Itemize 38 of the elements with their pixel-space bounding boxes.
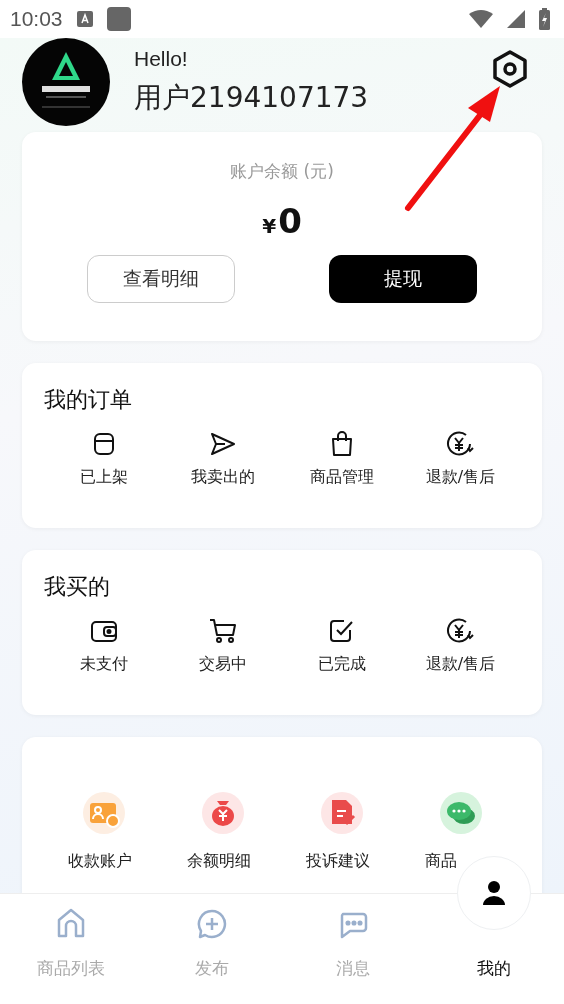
signal-icon bbox=[507, 10, 525, 28]
cart-icon bbox=[207, 617, 238, 645]
menu-item-label[interactable]: 交易中 bbox=[198, 654, 247, 675]
yen-refund-icon bbox=[445, 430, 476, 458]
app-square-icon bbox=[106, 7, 131, 31]
menu-item-label[interactable]: 商品管理 bbox=[309, 467, 374, 488]
withdraw-button[interactable]: 提现 bbox=[329, 255, 477, 303]
section-title: 我的订单 bbox=[44, 386, 133, 414]
menu-item-label[interactable]: 已完成 bbox=[317, 654, 366, 675]
service-label[interactable]: 商品 bbox=[424, 851, 457, 870]
settings-icon[interactable] bbox=[492, 50, 528, 88]
home-icon bbox=[55, 907, 86, 939]
service-label[interactable]: 余额明细 bbox=[186, 851, 251, 870]
username: 用户2194107173 bbox=[134, 80, 370, 116]
menu-item-label[interactable]: 未支付 bbox=[79, 654, 128, 675]
checkbox-icon bbox=[327, 617, 356, 645]
battery-charging-icon bbox=[539, 8, 550, 30]
balance-label: 账户余额 (元) bbox=[230, 160, 334, 183]
person-icon bbox=[480, 880, 507, 906]
wallet-icon bbox=[88, 618, 119, 644]
status-time: 10:03 bbox=[10, 7, 63, 31]
service-label[interactable]: 收款账户 bbox=[67, 851, 132, 870]
menu-item-label[interactable]: 退款/售后 bbox=[425, 654, 496, 675]
menu-item-label[interactable]: 我卖出的 bbox=[190, 467, 255, 488]
yen-refund-icon bbox=[445, 617, 476, 645]
section-title: 我买的 bbox=[44, 573, 111, 601]
add-chat-icon bbox=[196, 909, 227, 939]
details-button[interactable]: 查看明细 bbox=[87, 255, 235, 303]
service-label[interactable]: 投诉建议 bbox=[305, 851, 370, 870]
greeting-text: Hello! bbox=[134, 47, 189, 71]
menu-item-label[interactable]: 已上架 bbox=[79, 467, 128, 488]
balance-amount: 0 bbox=[278, 201, 302, 241]
send-icon bbox=[208, 431, 237, 457]
keyboard-app-icon bbox=[76, 11, 93, 27]
wifi-icon bbox=[469, 10, 493, 28]
currency-symbol: ¥ bbox=[262, 214, 277, 238]
nav-tab[interactable]: 我的 bbox=[423, 953, 564, 984]
menu-item-label[interactable]: 退款/售后 bbox=[425, 467, 496, 488]
